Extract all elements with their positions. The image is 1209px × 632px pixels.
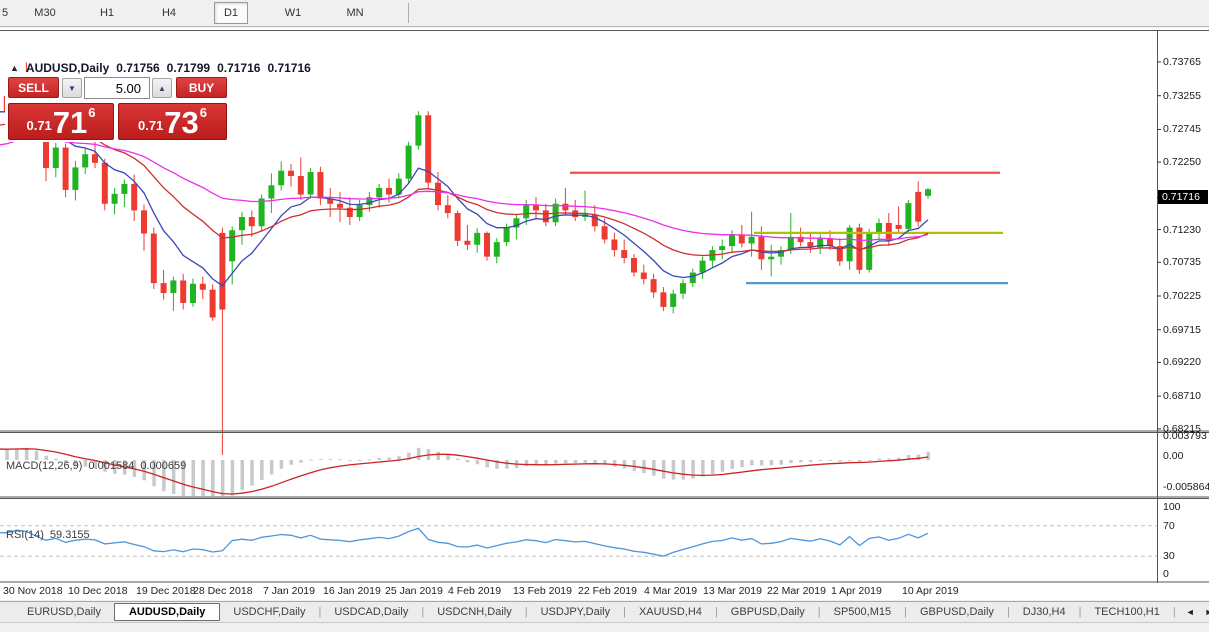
ohlc-high: 0.71799 <box>166 61 211 75</box>
price-axis-label: 0.71230 <box>1163 223 1201 236</box>
sell-price-big: 71 <box>52 105 88 140</box>
tab-sp500-m15[interactable]: SP500,M15 <box>821 603 904 621</box>
chart-area: ▲ AUDUSD,Daily 0.71756 0.71799 0.71716 0… <box>0 28 1209 600</box>
date-label: 1 Apr 2019 <box>831 585 882 597</box>
rsi-label: RSI(14) 59.3155 <box>6 529 90 541</box>
date-label: 13 Mar 2019 <box>703 585 762 597</box>
date-label: 22 Feb 2019 <box>578 585 637 597</box>
sell-price-panel[interactable]: 0.71 71 6 <box>8 103 114 140</box>
date-label: 10 Apr 2019 <box>902 585 959 597</box>
rsi-axis-label: 100 <box>1163 501 1181 513</box>
volume-increase-button[interactable]: ▲ <box>152 78 172 98</box>
current-price-marker: 0.71716 <box>1158 190 1208 205</box>
timeframe-button-h4[interactable]: H4 <box>152 2 186 24</box>
tab-gbpusd-daily[interactable]: GBPUSD,Daily <box>718 603 818 621</box>
application-window: 5 M30 H1 H4 D1 W1 MN ▲ AUDUSD,Daily 0.71756 0.… <box>0 0 1209 632</box>
timeframe-button-m30[interactable]: M30 <box>28 2 62 24</box>
price-axis-label: 0.70735 <box>1163 256 1201 269</box>
tab-usdcnh-daily[interactable]: USDCNH,Daily <box>424 603 525 621</box>
rsi-value: 59.3155 <box>49 529 90 541</box>
timeframe-button-5[interactable]: 5 <box>0 2 10 24</box>
date-label: 16 Jan 2019 <box>323 585 381 597</box>
tab-eurusd-daily[interactable]: EURUSD,Daily <box>14 603 114 621</box>
sell-price-prefix: 0.71 <box>26 118 52 133</box>
buy-price-prefix: 0.71 <box>137 118 164 133</box>
tab-scroll-arrows: ◄► <box>1186 607 1209 617</box>
symbol-title: AUDUSD,Daily <box>25 61 110 75</box>
date-label: 10 Dec 2018 <box>68 585 128 597</box>
timeframe-button-w1[interactable]: W1 <box>276 2 310 24</box>
tab-scroll-right-icon[interactable]: ► <box>1205 607 1209 617</box>
tab-gbpusd-daily[interactable]: GBPUSD,Daily <box>907 603 1007 621</box>
rsi-axis-label: 30 <box>1163 550 1175 562</box>
price-axis-label: 0.73765 <box>1163 56 1201 68</box>
timeframe-button-d1[interactable]: D1 <box>214 2 248 24</box>
tab-scroll-left-icon[interactable]: ◄ <box>1186 607 1195 617</box>
volume-input[interactable] <box>84 77 150 99</box>
date-label: 22 Mar 2019 <box>767 585 826 597</box>
volume-decrease-button[interactable]: ▼ <box>62 78 82 98</box>
macd-axis-label: 0.003793 <box>1163 430 1207 442</box>
price-axis-label: 0.72745 <box>1163 123 1201 136</box>
rsi-axis-label: 0 <box>1163 568 1169 580</box>
tab-usdcad-daily[interactable]: USDCAD,Daily <box>321 603 421 621</box>
ohlc-close: 0.71716 <box>267 61 311 75</box>
timeframe-button-h1[interactable]: H1 <box>90 2 124 24</box>
date-label: 28 Dec 2018 <box>193 585 253 597</box>
buy-button[interactable]: BUY <box>176 77 227 98</box>
chart-tabbar: EURUSD,Daily AUDUSD,Daily USDCHF,Daily | USD… <box>0 601 1209 622</box>
toolbar-separator <box>408 3 409 23</box>
price-axis-label: 0.69220 <box>1163 356 1201 369</box>
date-label: 30 Nov 2018 <box>3 585 63 597</box>
chart-header: ▲ AUDUSD,Daily 0.71756 0.71799 0.71716 0… <box>10 61 311 75</box>
sell-price-pip: 6 <box>88 105 96 120</box>
macd-axis-label: -0.005864 <box>1163 481 1209 493</box>
timeframe-toolbar: 5 M30 H1 H4 D1 W1 MN <box>0 0 1209 27</box>
tab-dj30-h4[interactable]: DJ30,H4 <box>1010 603 1079 621</box>
tab-separator: | <box>1172 606 1176 618</box>
status-strip <box>0 622 1209 632</box>
tab-usdchf-daily[interactable]: USDCHF,Daily <box>220 603 318 621</box>
macd-axis-label: 0.00 <box>1163 450 1184 462</box>
collapse-panel-icon[interactable]: ▲ <box>10 63 19 73</box>
tab-audusd-daily[interactable]: AUDUSD,Daily <box>113 603 221 621</box>
macd-name: MACD(12,26,9) <box>6 460 83 472</box>
price-axis-label: 0.73255 <box>1163 89 1201 102</box>
buy-price-panel[interactable]: 0.71 73 6 <box>118 103 227 140</box>
price-axis-label: 0.70225 <box>1163 289 1201 302</box>
ohlc-low: 0.71716 <box>217 61 261 75</box>
date-label: 4 Mar 2019 <box>644 585 698 597</box>
rsi-axis-label: 70 <box>1163 520 1175 532</box>
buy-price-big: 73 <box>164 105 199 140</box>
date-label: 7 Jan 2019 <box>263 585 315 597</box>
price-axis-label: 0.72250 <box>1163 156 1201 169</box>
date-label: 19 Dec 2018 <box>136 585 196 597</box>
date-label: 25 Jan 2019 <box>385 585 443 597</box>
price-axis-label: 0.68710 <box>1163 390 1201 403</box>
macd-value-main: 0.001584 <box>88 460 135 472</box>
tab-usdjpy-daily[interactable]: USDJPY,Daily <box>528 603 624 621</box>
tab-xauusd-h4[interactable]: XAUUSD,H4 <box>626 603 715 621</box>
timeframe-button-mn[interactable]: MN <box>338 2 372 24</box>
date-label: 13 Feb 2019 <box>513 585 572 597</box>
macd-value-signal: 0.000659 <box>140 460 187 472</box>
sell-button[interactable]: SELL <box>8 77 59 98</box>
buy-price-pip: 6 <box>199 105 208 120</box>
rsi-name: RSI(14) <box>6 529 44 541</box>
price-axis-label: 0.69715 <box>1163 323 1201 336</box>
macd-label: MACD(12,26,9) 0.001584 0.000659 <box>6 460 186 472</box>
tab-tech100-h1[interactable]: TECH100,H1 <box>1081 603 1172 621</box>
date-label: 4 Feb 2019 <box>448 585 502 597</box>
ohlc-open: 0.71756 <box>116 61 160 75</box>
